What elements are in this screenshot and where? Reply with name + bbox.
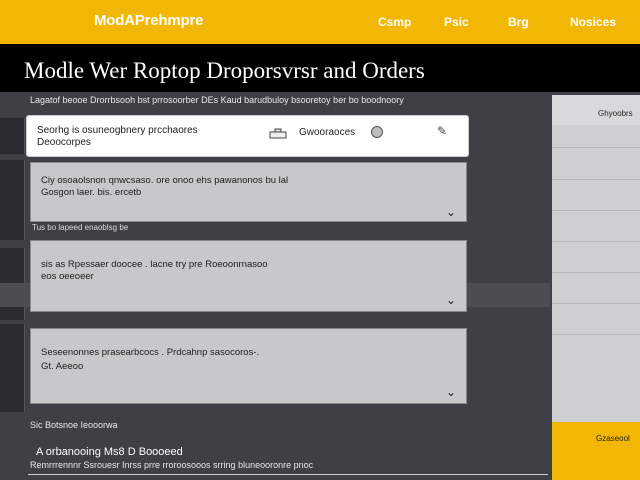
side-panel: Ghyoobrs Gzaseool: [552, 95, 640, 480]
side-divider: [552, 241, 640, 242]
card-1-line2: Gosgon laer. bis. ercetb: [41, 187, 142, 198]
title-bar: Modle Wer Roptop Droporsvrsr and Orders: [0, 44, 640, 92]
pencil-icon[interactable]: ✎: [437, 124, 447, 138]
list-item-description: Remrrrennnr Ssrouesr Inrss prre rrorooso…: [30, 460, 314, 470]
side-divider: [552, 334, 640, 335]
side-panel-action[interactable]: Gzaseool: [552, 422, 640, 480]
search-placeholder-line1: Seorhg is osuneogbnery prcchaores: [37, 125, 198, 136]
search-input[interactable]: Seorhg is osuneogbnery prcchaores Deooco…: [37, 125, 237, 149]
top-navigation-bar: ModAPrehmpre Csmp Psic Brg Nosices: [0, 0, 640, 44]
tool-icon[interactable]: [269, 128, 287, 140]
side-panel-header: Ghyoobrs: [552, 95, 640, 125]
brand-logo[interactable]: ModAPrehmpre: [94, 12, 203, 29]
left-rail-2: [0, 160, 25, 240]
side-divider: [552, 179, 640, 180]
card-2-line1: sis as Rpessaer doocee . lacne try pre R…: [41, 259, 268, 270]
section-label-2: Sic Botsnoe Ieooorwa: [30, 420, 118, 430]
order-card-3[interactable]: Seseenonnes prasearbcocs . Prdcahnp saso…: [30, 328, 467, 404]
left-rail-1: [0, 118, 25, 154]
side-panel-action-label: Gzaseool: [596, 434, 630, 443]
chevron-down-icon[interactable]: ⌄: [446, 205, 456, 219]
card-2-line2: eos oeeoeer: [41, 271, 94, 282]
side-divider: [552, 272, 640, 273]
section-label-1: Tus bo lapeed enaoblsg be: [32, 223, 129, 232]
side-divider: [552, 147, 640, 148]
chevron-down-icon[interactable]: ⌄: [446, 385, 456, 399]
divider: [28, 474, 548, 475]
card-3-line1: Seseenonnes prasearbcocs . Prdcahnp saso…: [41, 347, 260, 358]
page-title: Modle Wer Roptop Droporsvrsr and Orders: [24, 58, 425, 83]
card-3-line2: Gt. Aeeoo: [41, 361, 84, 372]
side-panel-title: Ghyoobrs: [598, 109, 633, 118]
card-1-line1: Ciy osoaolsnon qnwcsaso. ore onoo ehs pa…: [41, 175, 289, 186]
order-card-1[interactable]: Ciy osoaolsnon qnwcsaso. ore onoo ehs pa…: [30, 162, 467, 222]
filter-label[interactable]: Gwooraoces: [299, 127, 355, 138]
list-item[interactable]: A orbanooing Ms8 D Boooeed: [36, 446, 183, 458]
side-divider: [552, 210, 640, 211]
left-rail-4: [0, 324, 25, 412]
search-panel[interactable]: Seorhg is osuneogbnery prcchaores Deooco…: [26, 115, 469, 157]
nav-item-1[interactable]: Csmp: [378, 15, 411, 29]
dot-icon[interactable]: [371, 126, 383, 138]
chevron-down-icon[interactable]: ⌄: [446, 293, 456, 307]
search-placeholder-line2: Deoocorpes: [37, 137, 91, 148]
nav-item-4[interactable]: Nosices: [570, 15, 616, 29]
side-divider: [552, 303, 640, 304]
order-card-2[interactable]: sis as Rpessaer doocee . lacne try pre R…: [30, 240, 467, 312]
nav-item-2[interactable]: Psic: [444, 15, 469, 29]
page-subheading: Lagatof beooe Drorrbsooh bst prrosoorber…: [30, 95, 404, 105]
nav-item-3[interactable]: Brg: [508, 15, 529, 29]
